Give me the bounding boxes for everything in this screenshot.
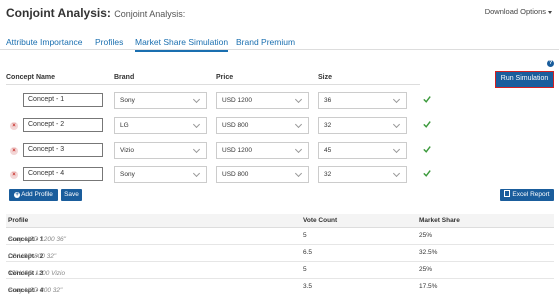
concept-name-input[interactable]: Concept - 3 [23,143,103,157]
table-row: Concept - 2 LG USD 800 32" 6.5 32.5% [6,245,554,262]
price-select[interactable]: USD 800 [216,166,309,183]
question-icon[interactable]: ? [547,60,554,67]
size-select[interactable]: 36 [318,92,407,109]
chevron-down-icon [392,120,401,129]
close-circle-icon[interactable]: × [10,122,18,130]
col-header-brand: Brand [114,74,135,81]
page-title-sub: Conjoint Analysis: [114,9,186,19]
check-icon [423,96,431,103]
check-icon [423,121,431,128]
add-profile-label: Add Profile [21,191,53,198]
vote-count: 3.5 [303,283,313,290]
chevron-down-icon [392,145,401,154]
tab-market-share-simulation[interactable]: Market Share Simulation [135,37,229,52]
market-share: 25% [419,232,433,239]
brand-select[interactable]: Vizio [114,142,207,159]
col-header-concept-name: Concept Name [6,74,56,81]
size-select-value: 32 [324,171,332,178]
brand-select-value: Vizio [120,147,134,154]
brand-select-value: Sony [120,97,135,104]
vote-count: 5 [303,266,307,273]
vote-count: 5 [303,232,307,239]
save-button[interactable]: Save [61,189,82,201]
price-select[interactable]: USD 800 [216,117,309,134]
size-select[interactable]: 45 [318,142,407,159]
chevron-down-icon [548,10,552,14]
price-select-value: USD 1200 [222,97,252,104]
price-select[interactable]: USD 1200 [216,142,309,159]
brand-select-value: LG [120,122,129,129]
run-simulation-button[interactable]: Run Simulation [495,71,554,88]
check-icon [423,170,431,177]
price-select-value: USD 1200 [222,147,252,154]
chevron-down-icon [392,95,401,104]
close-circle-icon[interactable]: × [10,147,18,155]
download-options-button[interactable]: Download Options [485,7,552,16]
concept-row: × Concept - 4 Sony USD 800 32 [0,166,440,186]
chevron-down-icon [392,169,401,178]
size-select[interactable]: 32 [318,166,407,183]
file-icon [504,190,511,197]
download-options-label: Download Options [484,7,546,16]
add-profile-button[interactable]: + Add Profile [9,189,58,201]
chevron-down-icon [192,120,201,129]
brand-select[interactable]: LG [114,117,207,134]
concept-name-input[interactable]: Concept - 4 [23,167,103,181]
profile-desc: Sony USD 1200 36" [8,236,66,243]
chevron-down-icon [294,95,303,104]
divider [6,84,420,85]
brand-select-value: Sony [120,171,135,178]
col-header-market-share: Market Share [419,217,460,224]
chevron-down-icon [294,145,303,154]
tab-attribute-importance[interactable]: Attribute Importance [6,37,83,47]
chevron-down-icon [192,169,201,178]
market-share: 25% [419,266,433,273]
check-icon [423,146,431,153]
price-select[interactable]: USD 1200 [216,92,309,109]
chevron-down-icon [192,145,201,154]
excel-report-label: Excel Report [512,191,550,198]
profile-desc: Sony USD 800 32" [8,287,63,294]
brand-select[interactable]: Sony [114,166,207,183]
chevron-down-icon [192,95,201,104]
brand-select[interactable]: Sony [114,92,207,109]
concept-name-input[interactable]: Concept - 1 [23,93,103,107]
col-header-size: Size [318,74,333,81]
size-select[interactable]: 32 [318,117,407,134]
page-title: Conjoint Analysis: Conjoint Analysis: [6,6,185,20]
table-row: Concept - 1 Sony USD 1200 36" 5 25% [6,228,554,245]
market-share: 17.5% [419,283,438,290]
chevron-down-icon [294,169,303,178]
close-circle-icon[interactable]: × [10,171,18,179]
concept-row: Concept - 1 Sony USD 1200 36 [0,92,440,112]
size-select-value: 32 [324,122,332,129]
excel-report-button[interactable]: Excel Report [500,189,554,201]
concept-name-input[interactable]: Concept - 2 [23,118,103,132]
col-header-price: Price [216,74,234,81]
concept-row: × Concept - 3 Vizio USD 1200 45 [0,142,440,162]
profile-desc: LG USD 800 32" [8,253,57,260]
market-share: 32.5% [419,249,438,256]
table-row: Concept - 4 Sony USD 800 32" 3.5 17.5% [6,279,554,295]
price-select-value: USD 800 [222,171,249,178]
size-select-value: 45 [324,147,332,154]
size-select-value: 36 [324,97,332,104]
plus-circle-icon: + [14,192,21,198]
price-select-value: USD 800 [222,122,249,129]
tab-profiles[interactable]: Profiles [95,37,123,47]
profile-desc: 45" USD 1200 Vizio [8,270,66,277]
table-header: Profile Vote Count Market Share [6,214,554,228]
col-header-profile: Profile [8,217,29,224]
chevron-down-icon [294,120,303,129]
tab-brand-premium[interactable]: Brand Premium [236,37,295,47]
tab-bar: Attribute Importance Profiles Market Sha… [0,34,559,52]
col-header-vote-count: Vote Count [303,217,338,224]
page-title-main: Conjoint Analysis: [6,6,111,20]
vote-count: 6.5 [303,249,313,256]
concept-row: × Concept - 2 LG USD 800 32 [0,117,440,137]
table-row: Concept - 3 45" USD 1200 Vizio 5 25% [6,262,554,279]
